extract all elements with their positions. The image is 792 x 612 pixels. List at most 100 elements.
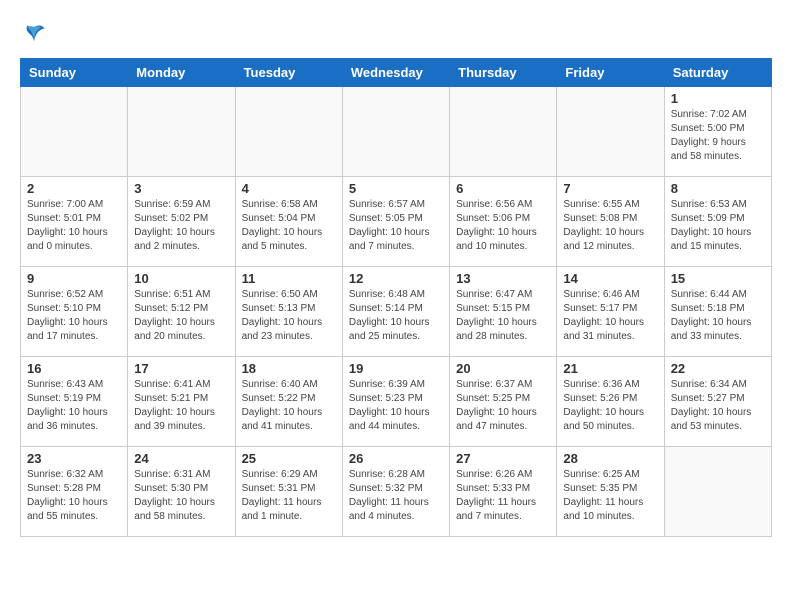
calendar-cell: 20 Sunrise: 6:37 AM Sunset: 5:25 PM Dayli…: [450, 357, 557, 447]
calendar-cell: [342, 87, 449, 177]
calendar-cell: 15Sunrise: 6:44 AM Sunset: 5:18 PM Dayli…: [664, 267, 771, 357]
day-info: Sunrise: 6:28 AM Sunset: 5:32 PM Dayligh…: [349, 468, 443, 524]
calendar-cell: 28 Sunrise: 6:25 AM Sunset: 5:35 PM Dayli…: [557, 447, 664, 537]
day-number: 19: [349, 361, 443, 376]
day-info: Sunrise: 6:51 AM Sunset: 5:12 PM Dayligh…: [134, 288, 228, 344]
calendar-cell: 24 Sunrise: 6:31 AM Sunset: 5:30 PM Dayli…: [128, 447, 235, 537]
weekday-header-saturday: Saturday: [664, 59, 771, 87]
day-number: 22: [671, 361, 765, 376]
calendar-cell: [128, 87, 235, 177]
calendar-cell: 22 Sunrise: 6:34 AM Sunset: 5:27 PM Dayli…: [664, 357, 771, 447]
day-info: Sunrise: 6:25 AM Sunset: 5:35 PM Dayligh…: [563, 468, 657, 524]
day-info: Sunrise: 6:32 AM Sunset: 5:28 PM Dayligh…: [27, 468, 121, 524]
day-info: Sunrise: 6:34 AM Sunset: 5:27 PM Dayligh…: [671, 378, 765, 434]
day-info: Sunrise: 6:44 AM Sunset: 5:18 PM Dayligh…: [671, 288, 765, 344]
calendar-cell: 16 Sunrise: 6:43 AM Sunset: 5:19 PM Dayli…: [21, 357, 128, 447]
day-info: Sunrise: 6:59 AM Sunset: 5:02 PM Dayligh…: [134, 198, 228, 254]
day-info: Sunrise: 6:31 AM Sunset: 5:30 PM Dayligh…: [134, 468, 228, 524]
day-number: 7: [563, 181, 657, 196]
day-number: 18: [242, 361, 336, 376]
day-number: 11: [242, 271, 336, 286]
calendar-week-row: 1 Sunrise: 7:02 AM Sunset: 5:00 PM Daylig…: [21, 87, 772, 177]
day-number: 24: [134, 451, 228, 466]
calendar-cell: [21, 87, 128, 177]
calendar-cell: 14Sunrise: 6:46 AM Sunset: 5:17 PM Dayli…: [557, 267, 664, 357]
calendar-week-row: 16 Sunrise: 6:43 AM Sunset: 5:19 PM Dayli…: [21, 357, 772, 447]
calendar-cell: 5 Sunrise: 6:57 AM Sunset: 5:05 PM Daylig…: [342, 177, 449, 267]
calendar-cell: 17 Sunrise: 6:41 AM Sunset: 5:21 PM Dayli…: [128, 357, 235, 447]
calendar-cell: 26 Sunrise: 6:28 AM Sunset: 5:32 PM Dayli…: [342, 447, 449, 537]
calendar-cell: 11 Sunrise: 6:50 AM Sunset: 5:13 PM Dayli…: [235, 267, 342, 357]
calendar-cell: 12 Sunrise: 6:48 AM Sunset: 5:14 PM Dayli…: [342, 267, 449, 357]
calendar-cell: [235, 87, 342, 177]
weekday-header-friday: Friday: [557, 59, 664, 87]
calendar-table: SundayMondayTuesdayWednesdayThursdayFrid…: [20, 58, 772, 537]
calendar-cell: 9Sunrise: 6:52 AM Sunset: 5:10 PM Daylig…: [21, 267, 128, 357]
day-number: 6: [456, 181, 550, 196]
day-info: Sunrise: 6:53 AM Sunset: 5:09 PM Dayligh…: [671, 198, 765, 254]
day-number: 28: [563, 451, 657, 466]
calendar-week-row: 23 Sunrise: 6:32 AM Sunset: 5:28 PM Dayli…: [21, 447, 772, 537]
calendar-cell: 21 Sunrise: 6:36 AM Sunset: 5:26 PM Dayli…: [557, 357, 664, 447]
weekday-header-row: SundayMondayTuesdayWednesdayThursdayFrid…: [21, 59, 772, 87]
logo-bird-icon: [20, 20, 48, 48]
calendar-cell: 19 Sunrise: 6:39 AM Sunset: 5:23 PM Dayli…: [342, 357, 449, 447]
day-number: 23: [27, 451, 121, 466]
calendar-cell: 2Sunrise: 7:00 AM Sunset: 5:01 PM Daylig…: [21, 177, 128, 267]
day-info: Sunrise: 6:50 AM Sunset: 5:13 PM Dayligh…: [242, 288, 336, 344]
day-number: 8: [671, 181, 765, 196]
day-number: 12: [349, 271, 443, 286]
day-number: 26: [349, 451, 443, 466]
day-number: 16: [27, 361, 121, 376]
day-info: Sunrise: 6:52 AM Sunset: 5:10 PM Dayligh…: [27, 288, 121, 344]
day-info: Sunrise: 6:40 AM Sunset: 5:22 PM Dayligh…: [242, 378, 336, 434]
calendar-cell: [664, 447, 771, 537]
page-header: [20, 20, 772, 48]
calendar-cell: 25Sunrise: 6:29 AM Sunset: 5:31 PM Dayli…: [235, 447, 342, 537]
weekday-header-tuesday: Tuesday: [235, 59, 342, 87]
calendar-cell: 8 Sunrise: 6:53 AM Sunset: 5:09 PM Daylig…: [664, 177, 771, 267]
calendar-week-row: 9Sunrise: 6:52 AM Sunset: 5:10 PM Daylig…: [21, 267, 772, 357]
logo: [20, 20, 52, 48]
day-info: Sunrise: 6:43 AM Sunset: 5:19 PM Dayligh…: [27, 378, 121, 434]
day-number: 20: [456, 361, 550, 376]
calendar-cell: 4 Sunrise: 6:58 AM Sunset: 5:04 PM Daylig…: [235, 177, 342, 267]
day-number: 5: [349, 181, 443, 196]
day-info: Sunrise: 6:46 AM Sunset: 5:17 PM Dayligh…: [563, 288, 657, 344]
calendar-week-row: 2Sunrise: 7:00 AM Sunset: 5:01 PM Daylig…: [21, 177, 772, 267]
day-info: Sunrise: 6:56 AM Sunset: 5:06 PM Dayligh…: [456, 198, 550, 254]
calendar-cell: 23 Sunrise: 6:32 AM Sunset: 5:28 PM Dayli…: [21, 447, 128, 537]
day-number: 2: [27, 181, 121, 196]
calendar-cell: [450, 87, 557, 177]
day-info: Sunrise: 6:41 AM Sunset: 5:21 PM Dayligh…: [134, 378, 228, 434]
calendar-cell: 6 Sunrise: 6:56 AM Sunset: 5:06 PM Daylig…: [450, 177, 557, 267]
calendar-cell: 10 Sunrise: 6:51 AM Sunset: 5:12 PM Dayli…: [128, 267, 235, 357]
day-number: 25: [242, 451, 336, 466]
calendar-cell: 13 Sunrise: 6:47 AM Sunset: 5:15 PM Dayli…: [450, 267, 557, 357]
day-info: Sunrise: 6:36 AM Sunset: 5:26 PM Dayligh…: [563, 378, 657, 434]
calendar-cell: [557, 87, 664, 177]
calendar-cell: 3 Sunrise: 6:59 AM Sunset: 5:02 PM Daylig…: [128, 177, 235, 267]
day-number: 1: [671, 91, 765, 106]
calendar-cell: 1 Sunrise: 7:02 AM Sunset: 5:00 PM Daylig…: [664, 87, 771, 177]
day-info: Sunrise: 7:02 AM Sunset: 5:00 PM Dayligh…: [671, 108, 765, 164]
day-info: Sunrise: 6:48 AM Sunset: 5:14 PM Dayligh…: [349, 288, 443, 344]
day-number: 10: [134, 271, 228, 286]
day-info: Sunrise: 6:57 AM Sunset: 5:05 PM Dayligh…: [349, 198, 443, 254]
day-info: Sunrise: 6:47 AM Sunset: 5:15 PM Dayligh…: [456, 288, 550, 344]
weekday-header-sunday: Sunday: [21, 59, 128, 87]
day-number: 21: [563, 361, 657, 376]
day-number: 13: [456, 271, 550, 286]
day-info: Sunrise: 6:26 AM Sunset: 5:33 PM Dayligh…: [456, 468, 550, 524]
day-number: 4: [242, 181, 336, 196]
day-info: Sunrise: 6:37 AM Sunset: 5:25 PM Dayligh…: [456, 378, 550, 434]
day-number: 17: [134, 361, 228, 376]
calendar-cell: 18 Sunrise: 6:40 AM Sunset: 5:22 PM Dayli…: [235, 357, 342, 447]
day-info: Sunrise: 6:39 AM Sunset: 5:23 PM Dayligh…: [349, 378, 443, 434]
day-number: 27: [456, 451, 550, 466]
day-info: Sunrise: 6:55 AM Sunset: 5:08 PM Dayligh…: [563, 198, 657, 254]
day-info: Sunrise: 6:58 AM Sunset: 5:04 PM Dayligh…: [242, 198, 336, 254]
weekday-header-wednesday: Wednesday: [342, 59, 449, 87]
weekday-header-monday: Monday: [128, 59, 235, 87]
day-number: 3: [134, 181, 228, 196]
